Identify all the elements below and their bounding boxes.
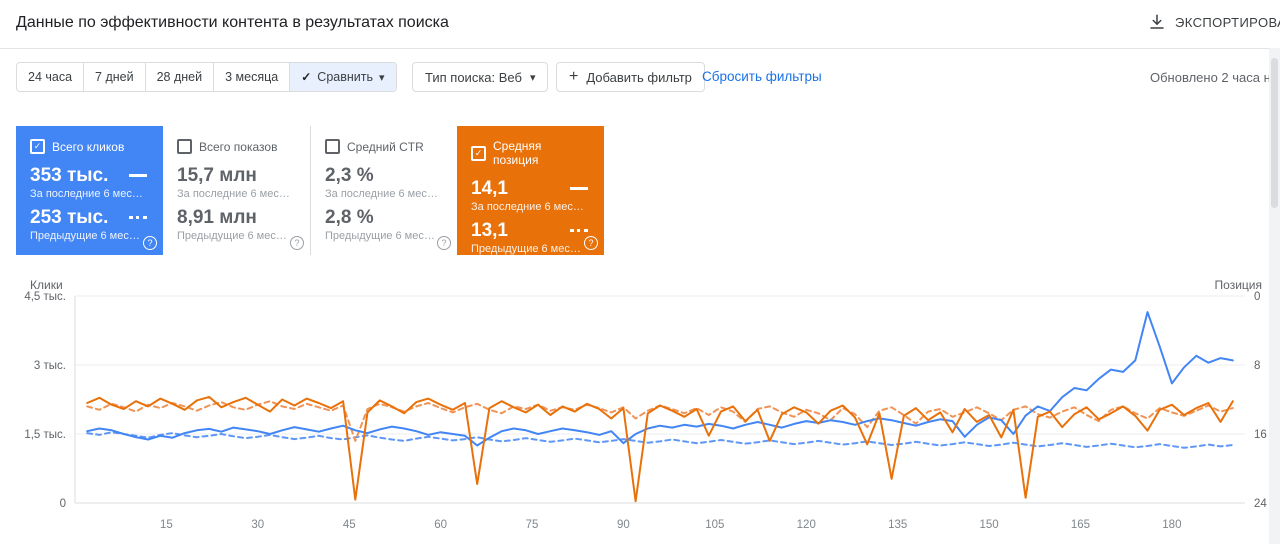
svg-text:Позиция: Позиция [1215, 278, 1262, 292]
updated-label: Обновлено 2 часа назад [1150, 70, 1280, 85]
svg-text:180: 180 [1162, 519, 1181, 531]
export-button[interactable]: ЭКСПОРТИРОВАТЬ [1148, 13, 1280, 31]
add-filter-button[interactable]: + Добавить фильтр [556, 62, 705, 92]
range-24h-button[interactable]: 24 часа [17, 63, 84, 91]
help-icon[interactable]: ? [143, 236, 157, 250]
svg-text:120: 120 [797, 519, 816, 531]
svg-text:60: 60 [434, 519, 447, 531]
svg-text:105: 105 [705, 519, 724, 531]
export-label: ЭКСПОРТИРОВАТЬ [1175, 15, 1280, 30]
checkbox-checked-icon[interactable]: ✓ [30, 139, 45, 154]
scrollbar-thumb[interactable] [1271, 58, 1278, 208]
help-icon[interactable]: ? [584, 236, 598, 250]
svg-text:15: 15 [160, 519, 173, 531]
card-header: Средний CTR [325, 139, 443, 154]
range-7d-button[interactable]: 7 дней [84, 63, 146, 91]
card-average-position[interactable]: ✓ Средняя позиция 14,1 За последние 6 ме… [457, 126, 604, 255]
card-caption-current: За последние 6 мес… [177, 188, 296, 200]
card-value-previous: 253 тыс. [30, 207, 108, 228]
check-icon: ✓ [301, 70, 311, 84]
svg-text:16: 16 [1254, 429, 1267, 441]
svg-text:45: 45 [343, 519, 356, 531]
card-value-current: 14,1 [471, 178, 508, 199]
card-caption-current: За последние 6 мес… [471, 201, 590, 213]
card-caption-current: За последние 6 мес… [30, 188, 149, 200]
card-label: Средняя позиция [493, 139, 590, 167]
range-3m-button[interactable]: 3 месяца [214, 63, 290, 91]
compare-label: Сравнить [317, 70, 373, 84]
add-filter-label: Добавить фильтр [586, 70, 692, 85]
help-icon[interactable]: ? [290, 236, 304, 250]
svg-text:1,5 тыс.: 1,5 тыс. [24, 429, 66, 441]
range-label: 7 дней [95, 70, 134, 84]
range-label: 3 месяца [225, 70, 278, 84]
chevron-down-icon: ▾ [530, 71, 536, 84]
range-label: 28 дней [157, 70, 203, 84]
card-caption-current: За последние 6 мес… [325, 188, 443, 200]
page-title: Данные по эффективности контента в резул… [16, 14, 449, 32]
svg-text:0: 0 [1254, 291, 1260, 303]
card-total-impressions[interactable]: Всего показов 15,7 млн За последние 6 ме… [163, 126, 310, 255]
svg-text:24: 24 [1254, 498, 1267, 510]
card-caption-previous: Предыдущие 6 мес… [325, 230, 443, 242]
svg-text:75: 75 [526, 519, 539, 531]
card-label: Средний CTR [347, 140, 424, 154]
card-header: ✓ Средняя позиция [471, 139, 590, 167]
card-caption-previous: Предыдущие 6 мес… [471, 243, 590, 255]
search-console-performance-page: Данные по эффективности контента в резул… [0, 0, 1280, 544]
reset-filters-link[interactable]: Сбросить фильтры [702, 69, 822, 84]
svg-text:8: 8 [1254, 360, 1260, 372]
card-total-clicks[interactable]: ✓ Всего кликов 353 тыс. За последние 6 м… [16, 126, 163, 255]
performance-chart-svg: 4,5 тыс. 0 3 тыс. 8 1,5 тыс. 16 0 24 Клики Позици… [0, 276, 1280, 544]
search-type-dropdown[interactable]: Тип поиска: Веб ▾ [412, 62, 548, 92]
metric-cards: ✓ Всего кликов 353 тыс. За последние 6 м… [16, 126, 604, 255]
svg-text:150: 150 [979, 519, 998, 531]
svg-text:4,5 тыс.: 4,5 тыс. [24, 291, 66, 303]
card-value-previous: 13,1 [471, 220, 508, 241]
card-header: Всего показов [177, 139, 296, 154]
card-caption-previous: Предыдущие 6 мес… [177, 230, 296, 242]
chevron-down-icon: ▾ [379, 71, 385, 84]
card-label: Всего показов [199, 140, 277, 154]
card-value-current: 2,3 % [325, 165, 374, 186]
card-value-previous: 2,8 % [325, 207, 374, 228]
plus-icon: + [569, 69, 578, 85]
header: Данные по эффективности контента в резул… [0, 0, 1280, 49]
download-icon [1148, 13, 1166, 31]
dotted-line-icon [570, 229, 588, 232]
range-label: 24 часа [28, 70, 72, 84]
scrollbar[interactable] [1269, 48, 1280, 544]
card-header: ✓ Всего кликов [30, 139, 149, 154]
card-value-current: 353 тыс. [30, 165, 108, 186]
dotted-line-icon [129, 216, 147, 219]
solid-line-icon [570, 187, 588, 190]
checkbox-unchecked-icon[interactable] [177, 139, 192, 154]
svg-text:Клики: Клики [30, 278, 63, 292]
solid-line-icon [129, 174, 147, 177]
card-label: Всего кликов [52, 140, 124, 154]
card-value-current: 15,7 млн [177, 165, 257, 186]
checkbox-unchecked-icon[interactable] [325, 139, 340, 154]
svg-text:3 тыс.: 3 тыс. [34, 360, 66, 372]
svg-text:135: 135 [888, 519, 907, 531]
svg-text:0: 0 [60, 498, 66, 510]
svg-text:90: 90 [617, 519, 630, 531]
card-value-previous: 8,91 млн [177, 207, 257, 228]
svg-text:165: 165 [1071, 519, 1090, 531]
help-icon[interactable]: ? [437, 236, 451, 250]
svg-text:30: 30 [251, 519, 264, 531]
date-range-group: 24 часа 7 дней 28 дней 3 месяца ✓ Сравни… [16, 62, 397, 92]
search-type-label: Тип поиска: Веб [425, 70, 522, 85]
range-28d-button[interactable]: 28 дней [146, 63, 215, 91]
compare-button[interactable]: ✓ Сравнить ▾ [290, 63, 395, 91]
performance-chart[interactable]: 4,5 тыс. 0 3 тыс. 8 1,5 тыс. 16 0 24 Клики Позици… [0, 276, 1280, 544]
card-average-ctr[interactable]: Средний CTR 2,3 % За последние 6 мес… 2,… [310, 126, 457, 255]
checkbox-checked-icon[interactable]: ✓ [471, 146, 486, 161]
card-caption-previous: Предыдущие 6 мес… [30, 230, 149, 242]
